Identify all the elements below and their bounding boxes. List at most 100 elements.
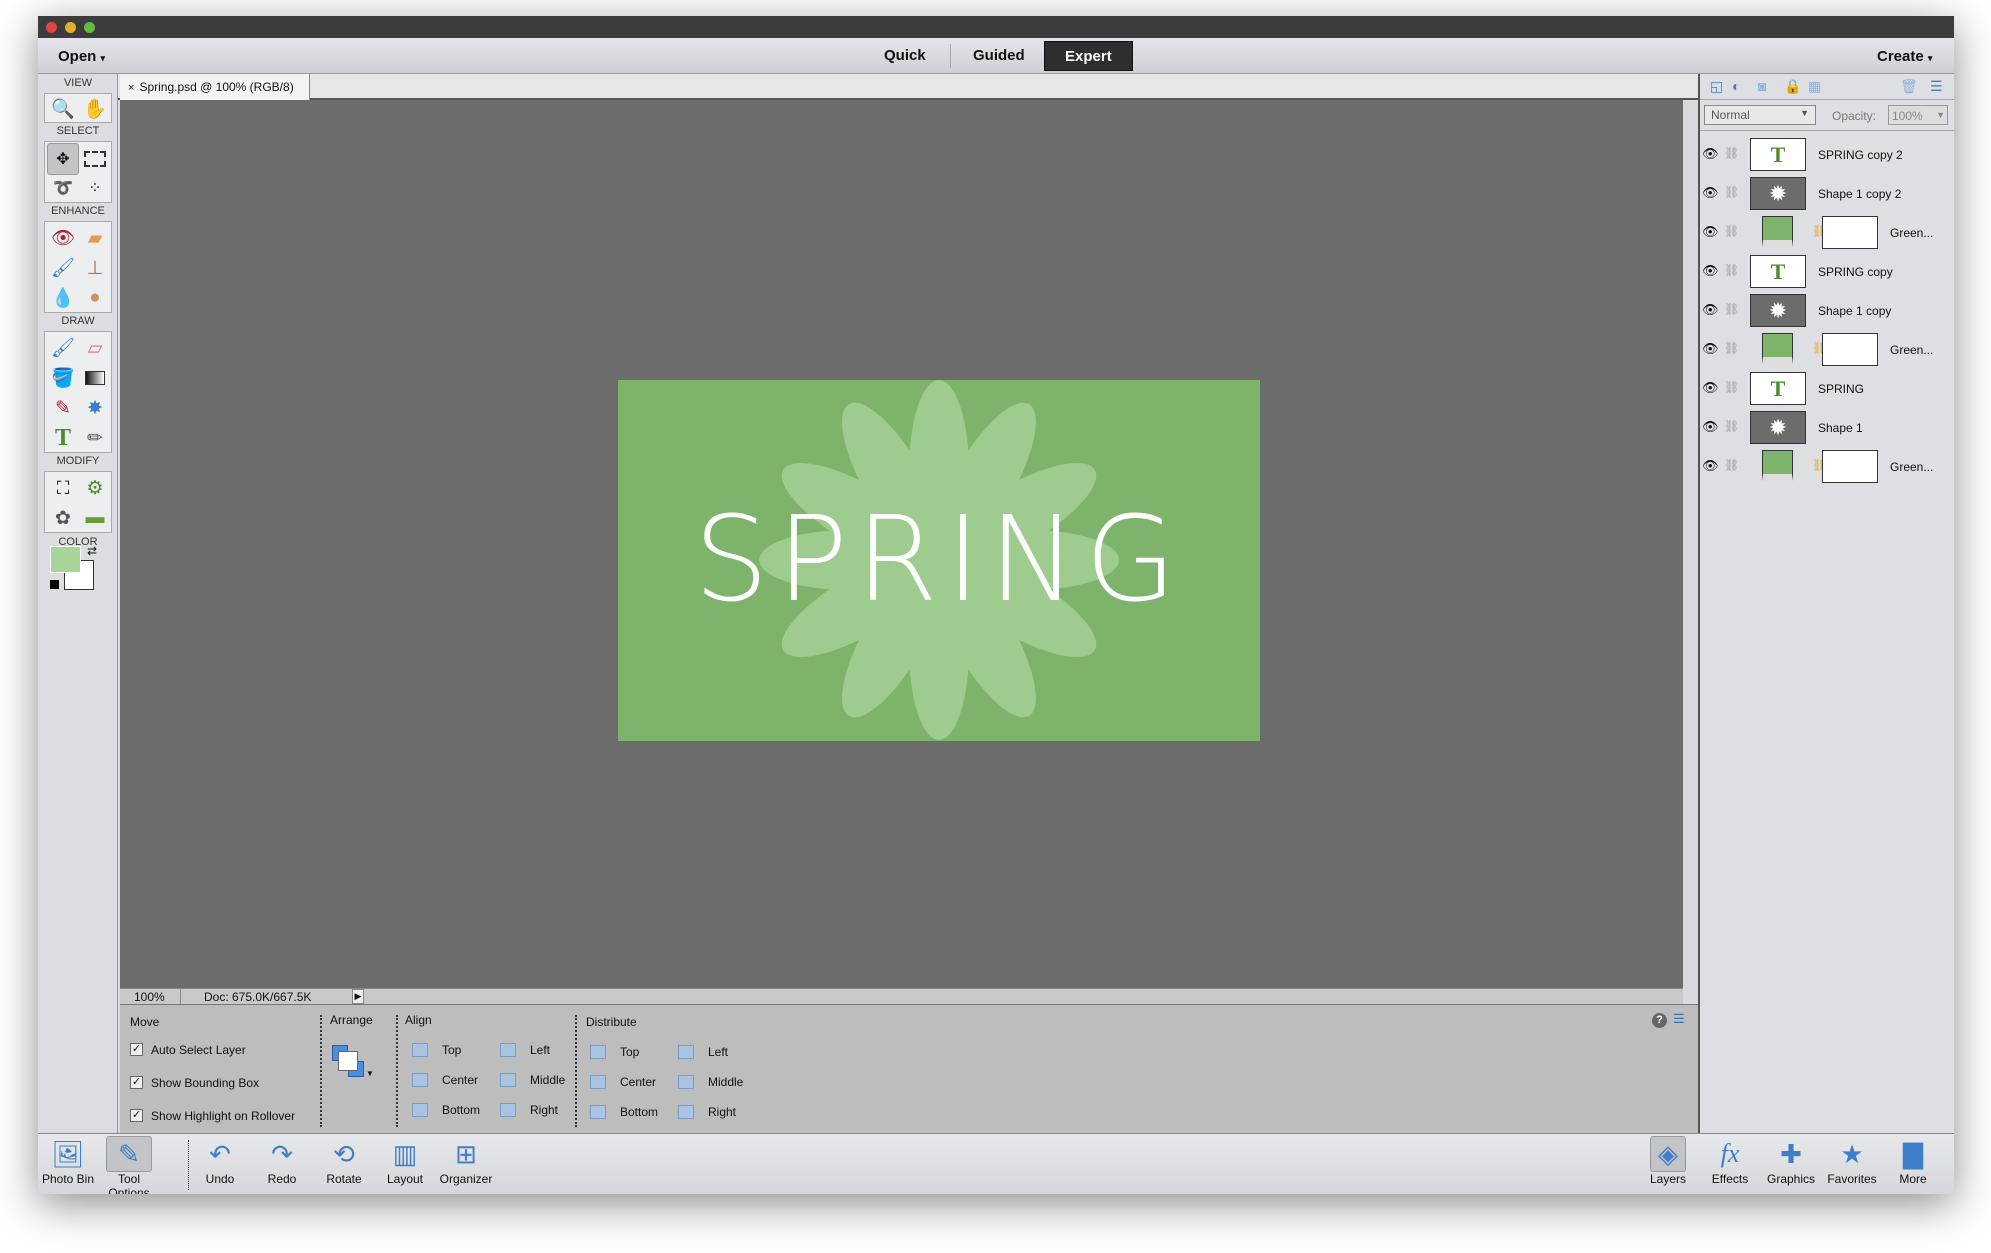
tab-quick[interactable]: Quick <box>864 41 946 71</box>
opacity-field[interactable]: 100% ▼ <box>1888 105 1948 125</box>
distribute-bottom-button[interactable]: Bottom <box>590 1105 658 1119</box>
align-top-button[interactable]: Top <box>412 1043 461 1057</box>
lock-all-icon[interactable]: 🔒 <box>1784 78 1801 95</box>
arrange-button[interactable]: ▼ <box>332 1045 374 1083</box>
layer-link-icon[interactable]: ⛓ <box>1724 458 1739 472</box>
more-button[interactable]: ▇ More <box>1883 1136 1943 1194</box>
gradient-tool-icon[interactable] <box>79 362 111 394</box>
create-menu[interactable]: Create ▾ <box>1877 48 1932 65</box>
favorites-button[interactable]: ★ Favorites <box>1822 1136 1882 1194</box>
pencil-tool-icon[interactable]: ✏ <box>79 422 111 454</box>
document-image[interactable]: SPRING <box>618 380 1260 741</box>
lock-transparent-icon[interactable]: ▦ <box>1808 78 1821 95</box>
visibility-eye-icon[interactable]: 👁 <box>1702 302 1719 318</box>
layer-row[interactable]: 👁 ⛓ ⛓ Green... <box>1700 214 1940 253</box>
brush-tool-icon[interactable]: 🖌 <box>47 332 79 364</box>
distribute-right-button[interactable]: Right <box>678 1105 736 1119</box>
open-menu[interactable]: Open ▾ <box>58 48 105 65</box>
tab-expert[interactable]: Expert <box>1044 41 1133 71</box>
layer-row[interactable]: 👁 ⛓ T SPRING copy 2 <box>1700 136 1940 175</box>
highlight-rollover-checkbox[interactable]: ✓ Show Highlight on Rollover <box>130 1109 295 1123</box>
zoom-tool-icon[interactable]: 🔍 <box>47 93 79 125</box>
new-layer-icon[interactable]: ◱ <box>1710 78 1723 95</box>
adjustment-layer-icon[interactable]: ◐ <box>1732 78 1740 94</box>
photo-bin-button[interactable]: 🖼 Photo Bin <box>38 1136 98 1194</box>
close-window-button[interactable] <box>46 22 57 33</box>
align-middle-button[interactable]: Middle <box>500 1073 565 1087</box>
move-tool-icon[interactable]: ✥ <box>47 143 79 175</box>
distribute-top-button[interactable]: Top <box>590 1045 639 1059</box>
redo-button[interactable]: ↷ Redo <box>252 1136 312 1194</box>
layer-link-icon[interactable]: ⛓ <box>1724 263 1739 277</box>
paint-bucket-icon[interactable]: 🪣 <box>47 362 79 394</box>
layer-row[interactable]: 👁 ⛓ ⛓ Green... <box>1700 448 1940 487</box>
eraser-tool-icon[interactable]: ▱ <box>79 332 111 364</box>
default-colors-icon[interactable] <box>50 580 59 589</box>
organizer-button[interactable]: ⊞ Organizer <box>436 1136 496 1194</box>
distribute-left-button[interactable]: Left <box>678 1045 728 1059</box>
quick-selection-tool-icon[interactable]: ⁘ <box>79 172 111 204</box>
layer-row[interactable]: 👁 ⛓ ✹ Shape 1 <box>1700 409 1940 448</box>
auto-select-checkbox[interactable]: ✓ Auto Select Layer <box>130 1043 246 1057</box>
distribute-center-button[interactable]: Center <box>590 1075 656 1089</box>
layer-row[interactable]: 👁 ⛓ T SPRING <box>1700 370 1940 409</box>
layer-link-icon[interactable]: ⛓ <box>1724 302 1739 316</box>
visibility-eye-icon[interactable]: 👁 <box>1702 419 1719 435</box>
layer-row[interactable]: 👁 ⛓ ⛓ Green... <box>1700 331 1940 370</box>
panel-menu-icon[interactable]: ☰ <box>1930 78 1943 95</box>
foreground-color-swatch[interactable] <box>50 546 81 573</box>
sponge-tool-icon[interactable]: ● <box>79 282 111 314</box>
lasso-tool-icon[interactable]: ➰ <box>47 172 79 204</box>
cookie-cutter-icon[interactable]: ✿ <box>47 502 79 534</box>
zoom-level[interactable]: 100% <box>134 990 165 1004</box>
layer-link-icon[interactable]: ⛓ <box>1724 185 1739 199</box>
layout-button[interactable]: ▥ Layout <box>375 1136 435 1194</box>
visibility-eye-icon[interactable]: 👁 <box>1702 341 1719 357</box>
layer-row[interactable]: 👁 ⛓ ✹ Shape 1 copy 2 <box>1700 175 1940 214</box>
visibility-eye-icon[interactable]: 👁 <box>1702 146 1719 162</box>
panel-menu-icon[interactable]: ☰ <box>1673 1011 1685 1027</box>
layer-link-icon[interactable]: ⛓ <box>1724 380 1739 394</box>
layer-row[interactable]: 👁 ⛓ ✹ Shape 1 copy <box>1700 292 1940 331</box>
swap-colors-icon[interactable]: ⇄ <box>87 544 97 558</box>
crop-tool-icon[interactable]: ⛶ <box>47 472 79 504</box>
distribute-middle-button[interactable]: Middle <box>678 1075 743 1089</box>
visibility-eye-icon[interactable]: 👁 <box>1702 458 1719 474</box>
visibility-eye-icon[interactable]: 👁 <box>1702 380 1719 396</box>
tool-options-button[interactable]: ✎ Tool Options <box>98 1136 160 1194</box>
help-icon[interactable]: ? <box>1652 1013 1667 1028</box>
marquee-tool-icon[interactable] <box>79 143 111 175</box>
healing-brush-icon[interactable]: ▰ <box>79 222 111 254</box>
layer-mask-icon[interactable]: ◙ <box>1758 78 1766 94</box>
document-tab[interactable]: × Spring.psd @ 100% (RGB/8) <box>120 74 310 100</box>
blend-mode-select[interactable]: Normal ▼ <box>1704 105 1816 125</box>
delete-layer-icon[interactable]: 🗑 <box>1900 78 1918 95</box>
red-eye-tool-icon[interactable]: 👁 <box>47 222 79 254</box>
hand-tool-icon[interactable]: ✋ <box>79 93 111 125</box>
close-tab-icon[interactable]: × <box>128 82 134 94</box>
layer-link-icon[interactable]: ⛓ <box>1724 419 1739 433</box>
clone-stamp-icon[interactable]: ⊥ <box>79 252 111 284</box>
smart-brush-icon[interactable]: 🖌 <box>47 252 79 284</box>
undo-button[interactable]: ↶ Undo <box>190 1136 250 1194</box>
align-left-button[interactable]: Left <box>500 1043 550 1057</box>
layers-button[interactable]: ◈ Layers <box>1638 1136 1698 1194</box>
align-right-button[interactable]: Right <box>500 1103 558 1117</box>
layer-link-icon[interactable]: ⛓ <box>1724 341 1739 355</box>
straighten-tool-icon[interactable]: ▬ <box>79 502 111 534</box>
layer-link-icon[interactable]: ⛓ <box>1724 224 1739 238</box>
align-bottom-button[interactable]: Bottom <box>412 1103 480 1117</box>
type-tool-icon[interactable]: T <box>47 422 79 454</box>
align-center-button[interactable]: Center <box>412 1073 478 1087</box>
eyedropper-icon[interactable]: ✎ <box>47 392 79 424</box>
layer-row[interactable]: 👁 ⛓ T SPRING copy <box>1700 253 1940 292</box>
visibility-eye-icon[interactable]: 👁 <box>1702 185 1719 201</box>
layer-link-icon[interactable]: ⛓ <box>1724 146 1739 160</box>
visibility-eye-icon[interactable]: 👁 <box>1702 224 1719 240</box>
effects-button[interactable]: fx Effects <box>1700 1136 1760 1194</box>
custom-shape-icon[interactable]: ✸ <box>79 392 111 424</box>
canvas-area[interactable]: SPRING <box>120 100 1683 1004</box>
recompose-tool-icon[interactable]: ⚙ <box>79 472 111 504</box>
tab-guided[interactable]: Guided <box>953 41 1045 71</box>
minimize-window-button[interactable] <box>65 22 76 33</box>
